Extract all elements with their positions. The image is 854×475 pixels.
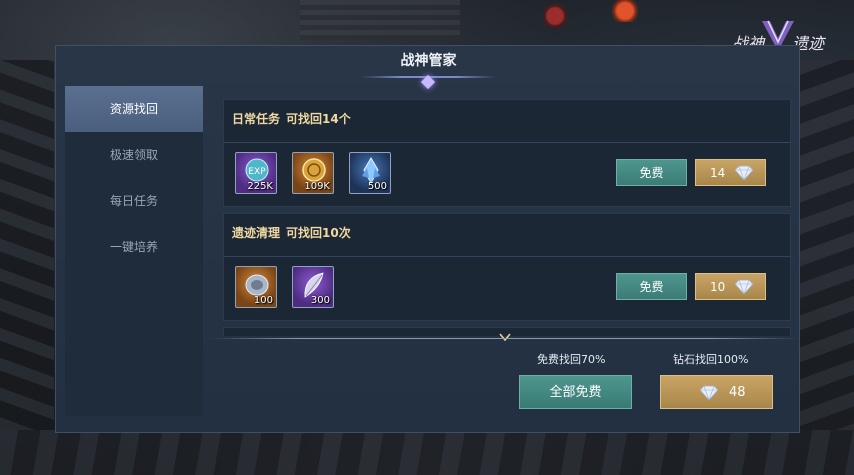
diamond-icon xyxy=(734,165,754,181)
diamond-rate-label: 钻石找回100% xyxy=(673,353,749,366)
background-lantern xyxy=(612,0,638,22)
scroll-down-arrow-icon[interactable] xyxy=(499,333,511,341)
all-free-button[interactable]: 全部免费 xyxy=(519,375,632,409)
diamond-cost: 10 xyxy=(710,280,726,294)
diamond-cost: 14 xyxy=(710,166,726,180)
task-name: 遗迹清理 xyxy=(232,226,281,240)
free-recover-button[interactable]: 免费 xyxy=(616,159,687,186)
item-quantity: 225K xyxy=(247,181,273,192)
all-diamond-button[interactable]: 48 xyxy=(660,375,773,409)
reward-item-gold[interactable]: 109K xyxy=(292,152,334,194)
side-nav: 资源找回 极速领取 每日任务 一键培养 xyxy=(65,86,203,416)
item-quantity: 300 xyxy=(310,295,330,306)
task-list[interactable]: 日常任务 可找回14个 EXP 225K 109K 500 免费 14 遗迹清理… xyxy=(209,86,791,336)
panel-title: 战神管家 xyxy=(400,53,457,69)
task-name: 日常任务 xyxy=(232,112,281,126)
task-recover-count: 可找回10次 xyxy=(286,226,351,240)
background-railing xyxy=(0,430,854,475)
reward-item-crystal[interactable]: 500 xyxy=(349,152,391,194)
task-recover-count: 可找回14个 xyxy=(286,112,351,126)
diamond-recover-button[interactable]: 10 xyxy=(695,273,766,300)
task-card-daily: 日常任务 可找回14个 EXP 225K 109K 500 免费 14 xyxy=(223,99,791,207)
nav-item-one-click-train[interactable]: 一键培养 xyxy=(65,224,203,270)
nav-item-resource-recovery[interactable]: 资源找回 xyxy=(65,86,203,132)
reward-item-exp[interactable]: EXP 225K xyxy=(235,152,277,194)
diamond-recover-button[interactable]: 14 xyxy=(695,159,766,186)
item-quantity: 500 xyxy=(367,181,387,192)
task-title: 遗迹清理 可找回10次 xyxy=(232,224,351,241)
butler-panel: 战神管家 资源找回 极速领取 每日任务 一键培养 日常任务 可找回14个 EXP … xyxy=(55,45,800,433)
all-diamond-cost: 48 xyxy=(729,385,746,400)
background-stairs xyxy=(300,0,460,40)
free-recover-button[interactable]: 免费 xyxy=(616,273,687,300)
reward-item-feather[interactable]: 300 xyxy=(292,266,334,308)
item-quantity: 109K xyxy=(304,181,330,192)
footer-divider xyxy=(209,338,799,339)
background-right-scene xyxy=(800,60,854,430)
task-divider xyxy=(224,142,791,143)
task-card-ruins: 遗迹清理 可找回10次 100 300 免费 10 xyxy=(223,213,791,321)
free-rate-label: 免费找回70% xyxy=(537,353,606,366)
item-quantity: 100 xyxy=(253,295,273,306)
task-divider xyxy=(224,256,791,257)
background-character xyxy=(543,0,567,40)
nav-item-quick-claim[interactable]: 极速领取 xyxy=(65,132,203,178)
reward-item-stone[interactable]: 100 xyxy=(235,266,277,308)
svg-text:EXP: EXP xyxy=(248,167,266,177)
diamond-icon xyxy=(734,279,754,295)
diamond-icon xyxy=(699,385,719,401)
task-title: 日常任务 可找回14个 xyxy=(232,110,351,127)
nav-item-daily-tasks[interactable]: 每日任务 xyxy=(65,178,203,224)
background-left-scene xyxy=(0,60,54,430)
